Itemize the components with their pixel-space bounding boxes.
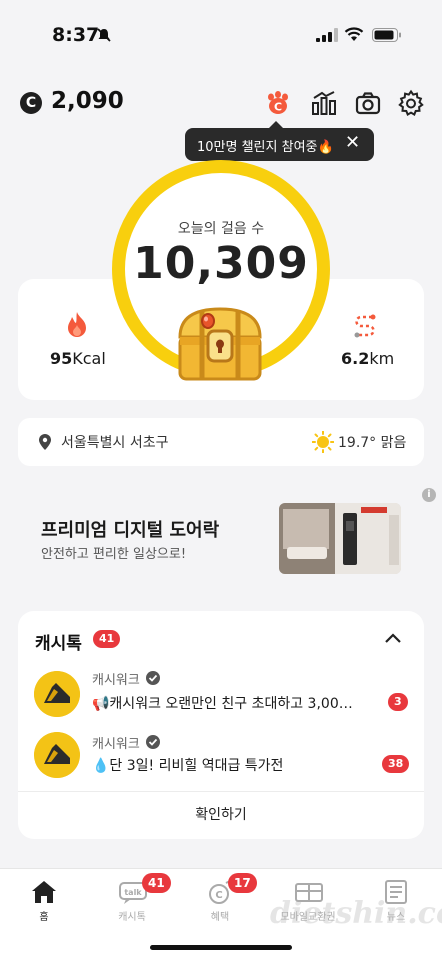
battery-icon — [372, 28, 401, 42]
distance-value: 6.2km — [341, 349, 394, 368]
tab-home[interactable]: 홈 — [0, 869, 88, 929]
steps-count: 10,309 — [133, 238, 309, 289]
tab-badge: 17 — [228, 873, 257, 893]
svg-text:C: C — [215, 890, 222, 901]
svg-text:talk: talk — [124, 888, 142, 897]
treasure-chest-icon[interactable] — [172, 303, 268, 385]
distance-number: 6.2 — [341, 349, 370, 368]
sun-icon — [312, 431, 334, 453]
steps-label: 오늘의 걸음 수 — [177, 221, 265, 237]
ad-info-icon[interactable]: i — [422, 488, 436, 502]
tab-label: 혜택 — [210, 912, 230, 923]
weather-text: 19.7° 맑음 — [338, 435, 407, 451]
tab-mobile-voucher[interactable]: 모바일교환권 — [264, 869, 352, 929]
tab-benefits[interactable]: C 17 혜택 — [176, 869, 264, 929]
tab-badge: 41 — [142, 873, 171, 893]
voucher-icon — [295, 883, 323, 902]
cashwalk-avatar — [34, 732, 80, 778]
tooltip-text: 10만명 챌린지 참여중🔥 — [197, 140, 334, 155]
unread-count-badge: 3 — [388, 693, 408, 711]
verified-check-icon — [146, 735, 160, 749]
paw-icon[interactable]: C — [264, 89, 292, 117]
flame-icon — [68, 312, 86, 337]
status-bar: 8:37 — [0, 0, 442, 70]
cellular-signal-icon — [316, 28, 338, 42]
cashtalk-card: 캐시톡 41 캐시워크 📢캐시워크 오랜만인 친구 초대하고 3,00… 3 캐… — [18, 611, 424, 839]
tab-news[interactable]: 뉴스 — [352, 869, 440, 929]
location-weather-card[interactable]: 서울특별시 서초구 19.7° 맑음 — [18, 418, 424, 466]
distance-unit: km — [369, 349, 395, 368]
tab-label: 모바일교환권 — [280, 912, 336, 923]
calories-number: 95 — [50, 349, 73, 368]
route-icon — [354, 314, 376, 338]
confirm-button[interactable]: 확인하기 — [18, 792, 424, 839]
cashtalk-count-badge: 41 — [93, 630, 121, 648]
tab-label: 캐시톡 — [118, 912, 146, 923]
status-time: 8:37 — [52, 24, 100, 46]
camera-icon[interactable] — [354, 89, 382, 117]
challenge-tooltip[interactable]: 10만명 챌린지 참여중🔥 ✕ — [185, 121, 374, 161]
ad-subtitle: 안전하고 편리한 일상으로! — [41, 547, 187, 562]
verified-check-icon — [146, 671, 160, 685]
gear-icon[interactable] — [397, 89, 425, 117]
close-icon[interactable]: ✕ — [345, 134, 360, 152]
bell-muted-icon — [97, 28, 111, 42]
calories-value: 95Kcal — [50, 349, 106, 368]
chevron-up-icon[interactable] — [384, 631, 402, 645]
tab-cashtalk[interactable]: talk 41 캐시톡 — [88, 869, 176, 929]
tab-label: 뉴스 — [386, 912, 406, 923]
wifi-icon — [344, 27, 364, 41]
cashwalk-avatar — [34, 671, 80, 717]
unread-count-badge: 38 — [382, 755, 410, 773]
home-icon — [32, 881, 56, 903]
tooltip-arrow — [269, 121, 283, 128]
message-sender: 캐시워크 — [92, 737, 140, 752]
door-lock-ad-image[interactable] — [279, 503, 401, 574]
home-indicator[interactable] — [150, 945, 292, 950]
tab-label: 홈 — [39, 912, 49, 923]
news-icon — [385, 880, 407, 904]
ad-title[interactable]: 프리미엄 디지털 도어락 — [41, 516, 219, 542]
message-text: 📢캐시워크 오랜만인 친구 초대하고 3,00… — [92, 696, 353, 712]
svg-text:C: C — [274, 101, 282, 114]
coin-balance[interactable]: 2,090 — [51, 88, 124, 114]
cashtalk-title: 캐시톡 — [35, 634, 82, 654]
message-sender: 캐시워크 — [92, 673, 140, 688]
location-text: 서울특별시 서초구 — [61, 435, 169, 451]
chart-icon[interactable] — [310, 89, 338, 117]
calories-unit: Kcal — [72, 349, 106, 368]
location-pin-icon — [39, 434, 51, 450]
message-text: 💧단 3일! 리비힐 역대급 특가전 — [92, 758, 284, 774]
coin-icon: C — [20, 92, 42, 114]
